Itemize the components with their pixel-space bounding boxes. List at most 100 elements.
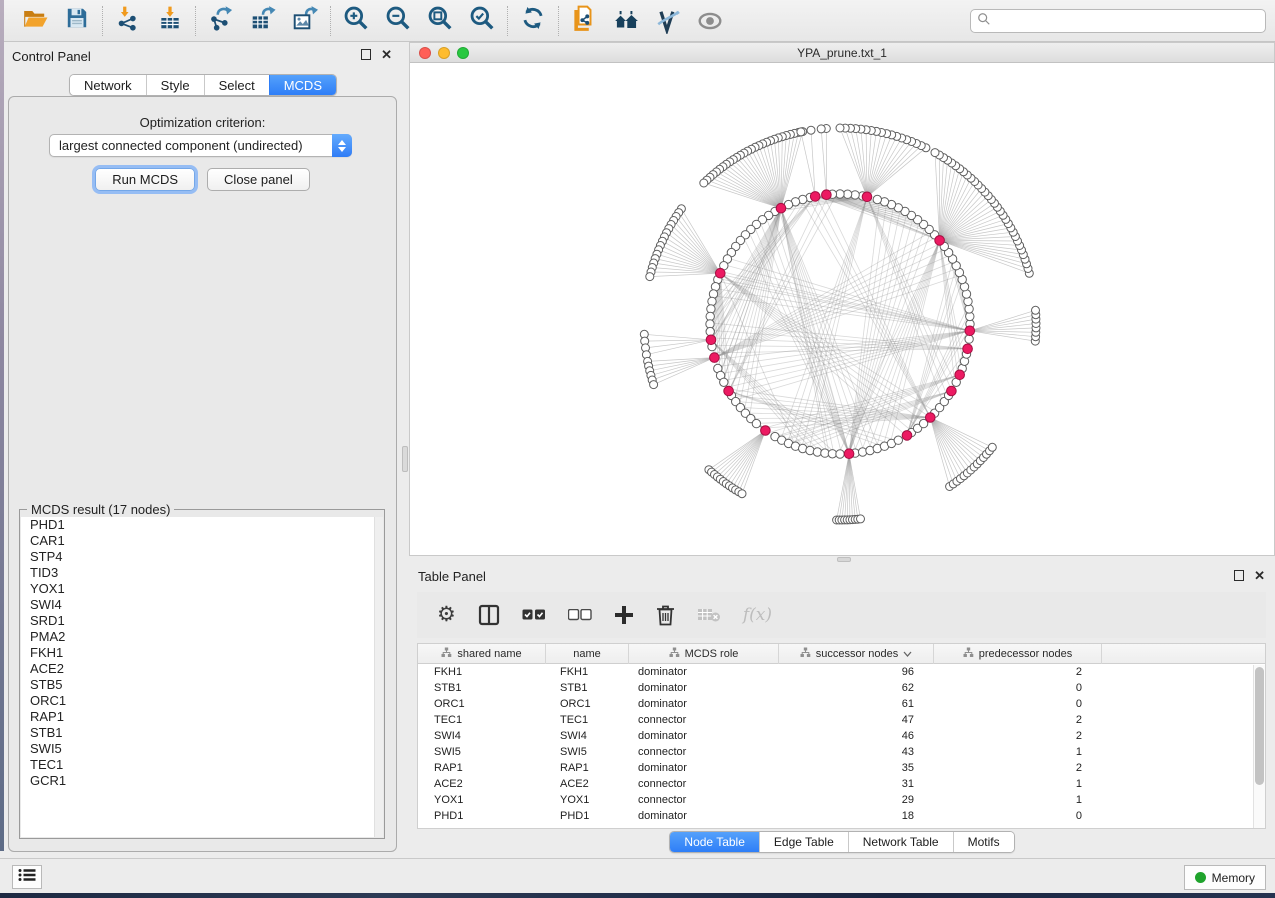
search-input[interactable] (991, 11, 1265, 31)
duplicate-network-button[interactable] (570, 7, 598, 35)
mcds-list-scrollbar[interactable] (374, 517, 383, 837)
export-table-button[interactable] (249, 7, 277, 35)
table-row[interactable]: TEC1TEC1connector472 (418, 712, 1265, 728)
column-header-name[interactable]: name (546, 644, 629, 664)
zoom-in-button[interactable] (342, 7, 370, 35)
homes-icon[interactable] (612, 7, 640, 35)
mcds-result-item[interactable]: STP4 (21, 549, 383, 565)
tab-node-table[interactable]: Node Table (670, 832, 759, 852)
add-icon[interactable] (614, 601, 634, 629)
import-table-button[interactable] (156, 7, 184, 35)
table-panel-title: Table Panel (409, 569, 486, 584)
float-panel-icon[interactable] (361, 49, 371, 60)
table-row[interactable]: RAP1RAP1dominator352 (418, 760, 1265, 776)
zoom-out-button[interactable] (384, 7, 412, 35)
table-row[interactable]: SWI4SWI4dominator462 (418, 728, 1265, 744)
table-row[interactable]: YOX1YOX1connector291 (418, 792, 1265, 808)
close-panel-icon[interactable]: ✕ (381, 49, 392, 60)
splitter-handle[interactable] (402, 446, 408, 472)
mcds-result-item[interactable]: GCR1 (21, 773, 383, 789)
tab-mcds[interactable]: MCDS (269, 75, 336, 95)
import-network-button[interactable] (114, 7, 142, 35)
tab-style[interactable]: Style (146, 75, 204, 95)
float-panel-icon[interactable] (1234, 570, 1244, 581)
zoom-selected-button[interactable] (468, 7, 496, 35)
search-box[interactable] (970, 9, 1266, 33)
column-header-shared-name[interactable]: shared name (418, 644, 546, 664)
table-cell: 2 (934, 760, 1102, 776)
mcds-result-item[interactable]: PHD1 (21, 517, 383, 533)
deselect-all-icon[interactable] (568, 601, 592, 629)
mcds-result-item[interactable]: YOX1 (21, 581, 383, 597)
mcds-result-item[interactable]: PMA2 (21, 629, 383, 645)
mcds-result-item[interactable]: TEC1 (21, 757, 383, 773)
mcds-result-item[interactable]: ORC1 (21, 693, 383, 709)
mcds-result-item[interactable]: RAP1 (21, 709, 383, 725)
table-scrollbar[interactable] (1253, 665, 1265, 828)
network-canvas[interactable] (410, 63, 1274, 555)
optimization-criterion-label: Optimization criterion: (9, 115, 396, 130)
close-panel-icon[interactable]: ✕ (1254, 570, 1265, 581)
table-cell: SWI5 (546, 744, 629, 760)
column-header-MCDS-role[interactable]: MCDS role (629, 644, 779, 664)
table-cell: 2 (934, 664, 1102, 680)
table-row[interactable]: FKH1FKH1dominator962 (418, 664, 1265, 680)
mcds-result-item[interactable]: ACE2 (21, 661, 383, 677)
table-row[interactable]: STB1STB1dominator620 (418, 680, 1265, 696)
status-bar: Memory (0, 858, 1275, 893)
tab-motifs[interactable]: Motifs (953, 832, 1014, 852)
tab-select[interactable]: Select (204, 75, 269, 95)
horizontal-splitter[interactable] (409, 556, 1275, 563)
column-header-predecessor-nodes[interactable]: predecessor nodes (934, 644, 1102, 664)
mcds-result-list[interactable]: PHD1CAR1STP4TID3YOX1SWI4SRD1PMA2FKH1ACE2… (21, 517, 383, 837)
run-mcds-button[interactable]: Run MCDS (95, 168, 195, 191)
table-row[interactable]: ACE2ACE2connector311 (418, 776, 1265, 792)
desktop-edge (0, 893, 1275, 898)
export-table-icon (250, 5, 276, 36)
mcds-result-item[interactable]: SWI4 (21, 597, 383, 613)
tab-network[interactable]: Network (70, 75, 146, 95)
open-session-button[interactable] (21, 7, 49, 35)
tab-network-table[interactable]: Network Table (848, 832, 953, 852)
mcds-result-item[interactable]: STB1 (21, 725, 383, 741)
list-icon (18, 868, 36, 887)
zoom-in-icon (343, 5, 369, 36)
save-session-button[interactable] (63, 7, 91, 35)
vertical-splitter[interactable] (402, 42, 409, 858)
scrollbar-thumb[interactable] (1255, 667, 1264, 785)
mcds-result-item[interactable]: FKH1 (21, 645, 383, 661)
vizmapper-icon[interactable] (654, 7, 682, 35)
select-all-icon[interactable] (522, 601, 546, 629)
export-network-button[interactable] (207, 7, 235, 35)
table-row[interactable]: SWI5SWI5connector431 (418, 744, 1265, 760)
gear-icon[interactable]: ⚙ (437, 601, 456, 629)
refresh-button[interactable] (519, 7, 547, 35)
table-cell: TEC1 (546, 712, 629, 728)
split-columns-icon[interactable] (478, 601, 500, 629)
zoom-fit-button[interactable] (426, 7, 454, 35)
import-table-icon (157, 5, 183, 36)
task-history-button[interactable] (12, 865, 42, 889)
splitter-handle[interactable] (837, 557, 851, 562)
table-cell: YOX1 (418, 792, 546, 808)
node-table[interactable]: shared namenameMCDS rolesuccessor nodesp… (417, 643, 1266, 829)
function-builder-icon[interactable]: f(x) (743, 601, 772, 629)
table-row[interactable]: PHD1PHD1dominator180 (418, 808, 1265, 824)
delete-table-icon[interactable] (697, 601, 721, 629)
network-graph[interactable] (410, 63, 1274, 555)
column-header-successor-nodes[interactable]: successor nodes (779, 644, 934, 664)
memory-button[interactable]: Memory (1184, 865, 1266, 890)
mcds-result-item[interactable]: STB5 (21, 677, 383, 693)
optimization-criterion-select[interactable]: largest connected component (undirected) (49, 134, 352, 157)
mcds-result-item[interactable]: SWI5 (21, 741, 383, 757)
close-panel-button[interactable]: Close panel (207, 168, 310, 191)
eye-icon[interactable] (696, 7, 724, 35)
export-image-button[interactable] (291, 7, 319, 35)
table-row[interactable]: ORC1ORC1dominator610 (418, 696, 1265, 712)
mcds-result-item[interactable]: CAR1 (21, 533, 383, 549)
delete-icon[interactable] (656, 601, 675, 629)
network-window-titlebar[interactable]: YPA_prune.txt_1 (410, 43, 1274, 63)
mcds-result-item[interactable]: SRD1 (21, 613, 383, 629)
tab-edge-table[interactable]: Edge Table (759, 832, 848, 852)
mcds-result-item[interactable]: TID3 (21, 565, 383, 581)
